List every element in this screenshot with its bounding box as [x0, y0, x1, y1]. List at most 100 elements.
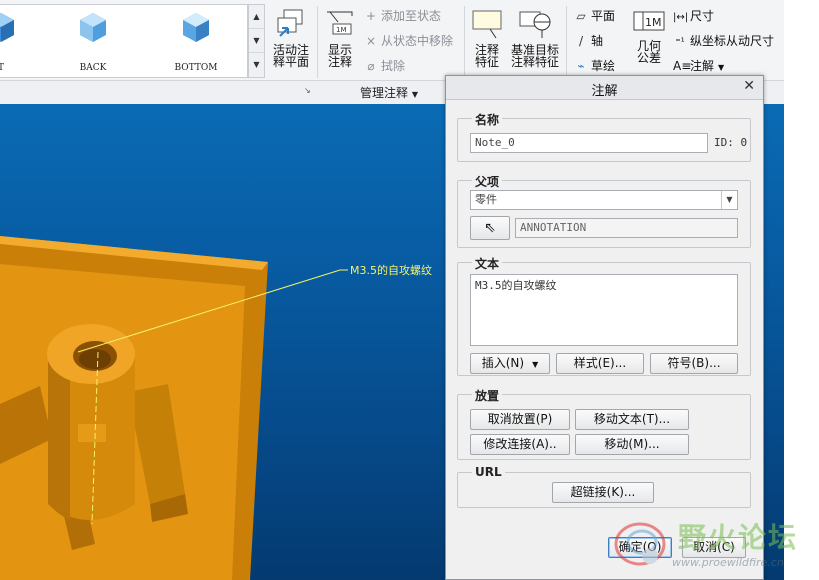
parent-select[interactable]: 零件 ▼	[470, 190, 738, 210]
datum-plane-button[interactable]: ▱ 平面	[574, 8, 615, 24]
text-section: 文本 M3.5的自攻螺纹 插入(N) ▼ 样式(E)... 符号(B)...	[457, 255, 751, 376]
move-text-button[interactable]: 移动文本(T)...	[575, 409, 689, 430]
view-label: BACK	[79, 63, 107, 73]
parent-section: 父项 零件 ▼ ⇖ ANNOTATION	[457, 173, 751, 248]
manage-annotations-group-label[interactable]: 管理注释 ▼	[360, 84, 418, 101]
axis-icon: /	[578, 34, 584, 48]
annotate-label: 注解	[690, 59, 715, 73]
plane-icon: ▱	[576, 9, 586, 23]
name-section: 名称 Note_0 ID: 0	[457, 111, 751, 162]
select-reference-button[interactable]: ⇖	[470, 216, 510, 240]
hyperlink-button[interactable]: 超链接(K)...	[552, 482, 654, 503]
dialog-launcher-icon[interactable]: ↘	[304, 86, 311, 95]
ribbon-separator	[464, 6, 465, 78]
dimension-label: 尺寸	[690, 9, 715, 23]
geometric-tolerance-button[interactable]: 1M 几何 公差	[630, 8, 668, 64]
svg-text:1M: 1M	[336, 26, 347, 34]
annotate-icon: A≡	[673, 59, 692, 73]
datum-axis-button[interactable]: / 轴	[574, 33, 603, 49]
boss-key	[78, 424, 106, 442]
datum-target-label: 基准目标 注释特征	[510, 43, 559, 69]
text-section-title: 文本	[472, 255, 503, 272]
ordinate-dimension-icon: ⁼¹	[675, 37, 685, 48]
parent-select-value: 零件	[475, 193, 497, 206]
sketch-button[interactable]: ⌁ 草绘	[574, 58, 615, 74]
ok-button[interactable]: 确定(O)	[608, 537, 672, 558]
cancel-placement-button[interactable]: 取消放置(P)	[470, 409, 570, 430]
placement-section-title: 放置	[472, 387, 503, 404]
view-label: BOTTOM	[174, 63, 218, 73]
saved-views-gallery: T BACK BOTTOM	[0, 4, 248, 78]
view-item-back[interactable]: BACK	[58, 5, 128, 79]
add-to-state-button[interactable]: + 添加至状态	[364, 8, 441, 24]
activate-annotation-plane-button[interactable]: 活动注 释平面	[270, 8, 312, 68]
view-cube-icon	[80, 13, 106, 42]
cancel-button[interactable]: 取消(C)	[682, 537, 746, 558]
symbol-button[interactable]: 符号(B)...	[650, 353, 738, 374]
add-icon: +	[365, 9, 377, 23]
show-annotations-button[interactable]: 1M 显示 注释	[322, 8, 358, 68]
cursor-arrow-icon: ⇖	[484, 220, 496, 236]
window-edge	[784, 0, 819, 580]
erase-label: 拭除	[381, 59, 406, 73]
placement-section: 放置 取消放置(P) 移动文本(T)... 修改连接(A).. 移动(M)...	[457, 387, 751, 460]
activate-annotation-plane-label: 活动注 释平面	[272, 43, 309, 69]
annotate-button[interactable]: A≡注解 ▼	[673, 58, 724, 76]
view-label: T	[0, 63, 4, 73]
style-button[interactable]: 样式(E)...	[556, 353, 644, 374]
dialog-titlebar[interactable]: 注解 ✕	[446, 76, 763, 100]
note-text[interactable]: M3.5的自攻螺纹	[350, 263, 432, 277]
remove-icon: ×	[365, 34, 377, 48]
svg-text:1M: 1M	[645, 16, 662, 29]
name-input[interactable]: Note_0	[470, 133, 708, 153]
sketch-icon: ⌁	[577, 59, 585, 73]
url-section-title: URL	[472, 465, 505, 479]
gallery-more-icon[interactable]: ▼	[249, 53, 264, 77]
chevron-down-icon: ▼	[411, 90, 418, 99]
show-annotations-icon: 1M	[327, 11, 353, 35]
manage-annotations-label: 管理注释	[360, 86, 409, 100]
annotation-feature-button[interactable]: 注释 特征	[468, 8, 506, 68]
show-annotations-label: 显示 注释	[327, 43, 352, 69]
chevron-down-icon: ▼	[532, 360, 539, 369]
boss-hole-inner	[79, 349, 111, 369]
add-to-state-label: 添加至状态	[381, 9, 442, 23]
gallery-scrollbar[interactable]: ▲ ▼ ▼	[248, 4, 265, 78]
remove-from-state-button[interactable]: × 从状态中移除	[364, 33, 453, 49]
chevron-down-icon: ▼	[718, 63, 725, 72]
geometric-tolerance-label: 几何 公差	[636, 39, 661, 65]
close-icon[interactable]: ✕	[743, 78, 755, 94]
scroll-down-icon[interactable]: ▼	[249, 29, 264, 53]
url-section: URL 超链接(K)...	[457, 465, 751, 508]
scroll-up-icon[interactable]: ▲	[249, 5, 264, 29]
ribbon-separator	[317, 6, 318, 78]
move-button[interactable]: 移动(M)...	[575, 434, 689, 455]
dimension-button[interactable]: |↔| 尺寸	[673, 8, 714, 26]
view-item-bottom[interactable]: BOTTOM	[161, 5, 231, 79]
annotation-dialog: 注解 ✕ 名称 Note_0 ID: 0 父项 零件 ▼ ⇖ ANNOTATIO…	[445, 75, 764, 580]
axis-label: 轴	[591, 34, 604, 48]
datum-target-icon	[519, 11, 551, 38]
ordinate-dimension-label: 纵坐标从动尺寸	[690, 34, 775, 48]
view-cube-icon	[0, 13, 14, 42]
view-cube-icon	[183, 13, 209, 42]
view-item-t[interactable]: T	[0, 5, 36, 79]
modify-attachment-button[interactable]: 修改连接(A)..	[470, 434, 570, 455]
datum-target-button[interactable]: 基准目标 注释特征	[508, 8, 562, 68]
insert-label: 插入(N)	[481, 356, 525, 370]
boss-shade	[48, 356, 70, 520]
dimension-icon: |↔|	[673, 12, 689, 23]
ordinate-dimension-button[interactable]: ⁼¹ 纵坐标从动尺寸	[673, 33, 774, 51]
parent-reference-field: ANNOTATION	[515, 218, 738, 238]
erase-button[interactable]: ⌀ 拭除	[364, 58, 405, 74]
plane-label: 平面	[591, 9, 616, 23]
insert-button[interactable]: 插入(N) ▼	[470, 353, 550, 374]
annotation-feature-icon	[472, 10, 502, 39]
remove-from-state-label: 从状态中移除	[381, 34, 454, 48]
sketch-label: 草绘	[591, 59, 616, 73]
id-label: ID: 0	[714, 136, 748, 149]
eraser-icon: ⌀	[367, 59, 375, 73]
chevron-down-icon[interactable]: ▼	[721, 191, 737, 209]
note-text-area[interactable]: M3.5的自攻螺纹	[470, 274, 738, 346]
annotation-plane-icon	[277, 9, 303, 37]
